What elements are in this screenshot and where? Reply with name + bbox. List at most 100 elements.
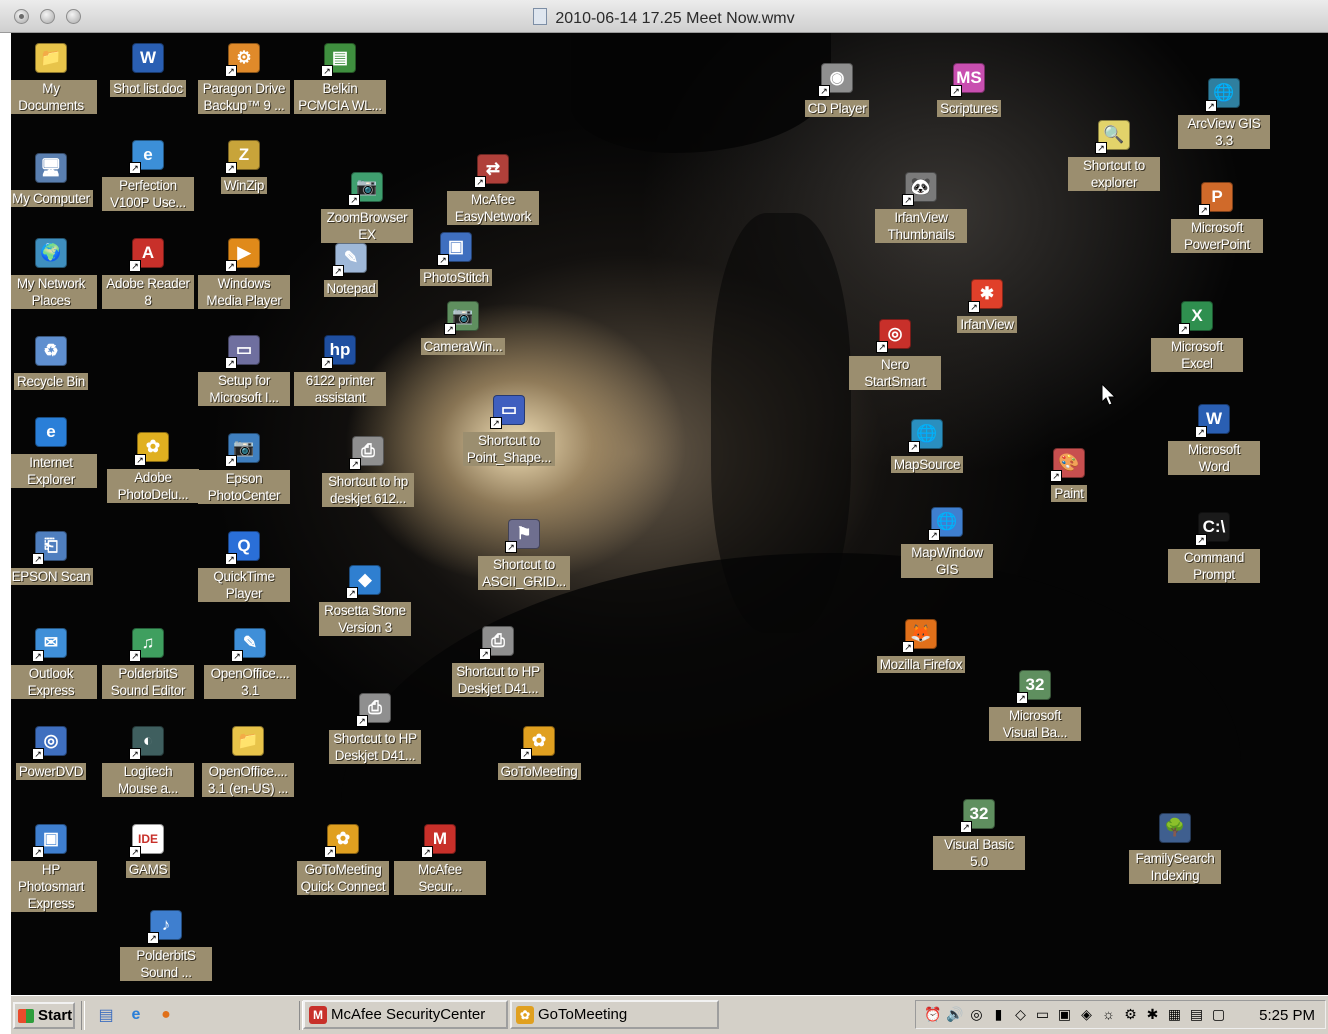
- desktop-icon[interactable]: 📷 ↗ ZoomBrowser EX: [321, 168, 413, 243]
- desktop-icon[interactable]: IDE ↗ GAMS: [102, 820, 194, 878]
- desktop-icon[interactable]: e Internet Explorer: [11, 413, 97, 488]
- shortcut-arrow-icon: ↗: [950, 85, 962, 97]
- desktop-icon[interactable]: ⎙ ↗ Shortcut to hp deskjet 612...: [322, 432, 414, 507]
- shortcut-arrow-icon: ↗: [928, 529, 940, 541]
- tray-icon[interactable]: ⚙: [1122, 1006, 1139, 1023]
- desktop-icon[interactable]: ◎ ↗ PowerDVD: [11, 722, 97, 780]
- desktop-icon[interactable]: 🦊 ↗ Mozilla Firefox: [875, 615, 967, 673]
- desktop-icon[interactable]: e ↗ Perfection V100P Use...: [102, 136, 194, 211]
- desktop-icon[interactable]: ▶ ↗ Windows Media Player: [198, 234, 290, 309]
- desktop-icon[interactable]: 32 ↗ Microsoft Visual Ba...: [989, 666, 1081, 741]
- desktop-icon[interactable]: P ↗ Microsoft PowerPoint: [1171, 178, 1263, 253]
- desktop-icon[interactable]: ✎ ↗ OpenOffice.... 3.1: [204, 624, 296, 699]
- desktop-icon[interactable]: ✉ ↗ Outlook Express: [11, 624, 97, 699]
- start-button[interactable]: Start: [13, 1002, 75, 1029]
- tree-silhouette: [711, 213, 851, 633]
- desktop-icon[interactable]: ✱ ↗ IrfanView: [941, 275, 1033, 333]
- desktop-icon[interactable]: ✎ ↗ Notepad: [305, 239, 397, 297]
- desktop-icon[interactable]: 📁 OpenOffice.... 3.1 (en-US) ...: [202, 722, 294, 797]
- desktop-icon-label: MapWindow GIS: [901, 544, 993, 578]
- app-icon: 🐼 ↗: [902, 168, 940, 206]
- desktop-icon[interactable]: ✿ ↗ Adobe PhotoDelu...: [107, 428, 199, 503]
- desktop-icon[interactable]: ◉ ↗ CD Player: [791, 59, 883, 117]
- desktop-icon[interactable]: 🎨 ↗ Paint: [1023, 444, 1115, 502]
- shortcut-arrow-icon: ↗: [32, 650, 44, 662]
- desktop-icon[interactable]: Q ↗ QuickTime Player: [198, 527, 290, 602]
- desktop-icon[interactable]: ▭ ↗ Setup for Microsoft I...: [198, 331, 290, 406]
- desktop-icon-label: McAfee Secur...: [394, 861, 486, 895]
- desktop-icon[interactable]: 🌐 ↗ ArcView GIS 3.3: [1178, 74, 1270, 149]
- desktop-icon[interactable]: ⚑ ↗ Shortcut to ASCII_GRID...: [478, 515, 570, 590]
- tray-icon[interactable]: ⏰: [924, 1006, 941, 1023]
- desktop-icon[interactable]: ⎙ ↗ Shortcut to HP Deskjet D41...: [452, 622, 544, 697]
- desktop-icon[interactable]: 🌳 FamilySearch Indexing: [1129, 809, 1221, 884]
- desktop-icon[interactable]: A ↗ Adobe Reader 8: [102, 234, 194, 309]
- desktop-icon[interactable]: ♻ Recycle Bin: [11, 332, 97, 390]
- desktop-icon[interactable]: hp ↗ 6122 printer assistant: [294, 331, 386, 406]
- desktop-icon-label: PhotoStitch: [420, 269, 492, 286]
- app-icon: 🌐 ↗: [1205, 74, 1243, 112]
- desktop-icon-label: ArcView GIS 3.3: [1178, 115, 1270, 149]
- tray-icon[interactable]: ✱: [1144, 1006, 1161, 1023]
- desktop-icon[interactable]: ⎙ ↗ Shortcut to HP Deskjet D41...: [329, 689, 421, 764]
- desktop-icon[interactable]: ♪ ↗ PolderbitS Sound ...: [120, 906, 212, 981]
- tray-icon[interactable]: ▭: [1034, 1006, 1051, 1023]
- desktop-icon[interactable]: ▭ ↗ Shortcut to Point_Shape...: [463, 391, 555, 466]
- show-desktop-icon[interactable]: ▤: [95, 1004, 117, 1026]
- desktop-icon-label: CD Player: [804, 100, 870, 117]
- desktop-icon[interactable]: 📷 ↗ Epson PhotoCenter: [198, 429, 290, 504]
- desktop-icon[interactable]: X ↗ Microsoft Excel: [1151, 297, 1243, 372]
- desktop-icon[interactable]: M ↗ McAfee Secur...: [394, 820, 486, 895]
- desktop-icon[interactable]: ⎗ ↗ EPSON Scan: [11, 527, 97, 585]
- internet-explorer-icon[interactable]: e: [125, 1004, 147, 1026]
- desktop-icon[interactable]: 🌐 ↗ MapWindow GIS: [901, 503, 993, 578]
- desktop-icon[interactable]: ✿ ↗ GoToMeeting: [493, 722, 585, 780]
- clock[interactable]: 5:25 PM: [1259, 1007, 1315, 1024]
- tray-icon[interactable]: ▢: [1210, 1006, 1227, 1023]
- app-icon: Z ↗: [225, 136, 263, 174]
- tray-icon[interactable]: ◈: [1078, 1006, 1095, 1023]
- app-icon: ⎙ ↗: [356, 689, 394, 727]
- desktop-icon[interactable]: 🐼 ↗ IrfanView Thumbnails: [875, 168, 967, 243]
- desktop-icon[interactable]: 🌍 My Network Places: [11, 234, 97, 309]
- desktop-icon[interactable]: ◆ ↗ Rosetta Stone Version 3: [319, 561, 411, 636]
- desktop-icon[interactable]: ◐ ↗ Logitech Mouse a...: [102, 722, 194, 797]
- desktop-icon[interactable]: MS ↗ Scriptures: [923, 59, 1015, 117]
- desktop-icon[interactable]: 🔍 ↗ Shortcut to explorer: [1068, 116, 1160, 191]
- shortcut-arrow-icon: ↗: [346, 587, 358, 599]
- desktop-icon[interactable]: ⚙ ↗ Paragon Drive Backup™ 9 ...: [198, 39, 290, 114]
- tray-icon[interactable]: ◎: [968, 1006, 985, 1023]
- desktop-icon[interactable]: 32 ↗ Visual Basic 5.0: [933, 795, 1025, 870]
- tray-icon[interactable]: ◇: [1012, 1006, 1029, 1023]
- desktop-icon[interactable]: ▤ ↗ Belkin PCMCIA WL...: [294, 39, 386, 114]
- desktop-icon[interactable]: ◎ ↗ Nero StartSmart: [849, 315, 941, 390]
- window-titlebar: 2010-06-14 17.25 Meet Now.wmv: [0, 0, 1328, 33]
- desktop-icon[interactable]: ✿ ↗ GoToMeeting Quick Connect: [297, 820, 389, 895]
- desktop-icon[interactable]: 🌐 ↗ MapSource: [881, 415, 973, 473]
- desktop-icon[interactable]: W Shot list.doc: [102, 39, 194, 97]
- desktop-icon-label: Microsoft Visual Ba...: [989, 707, 1081, 741]
- firefox-icon[interactable]: ●: [155, 1004, 177, 1026]
- desktop-icon[interactable]: 📁 My Documents: [11, 39, 97, 114]
- desktop-icon[interactable]: ♫ ↗ PolderbitS Sound Editor: [102, 624, 194, 699]
- desktop-icon-label: Recycle Bin: [14, 373, 88, 390]
- desktop-icon[interactable]: 📷 ↗ CameraWin...: [417, 297, 509, 355]
- desktop-icon-label: Command Prompt: [1168, 549, 1260, 583]
- desktop-icon[interactable]: W ↗ Microsoft Word: [1168, 400, 1260, 475]
- desktop-icon[interactable]: ⇄ ↗ McAfee EasyNetwork: [447, 150, 539, 225]
- task-mcafee-securitycenter[interactable]: M McAfee SecurityCenter: [303, 1000, 508, 1029]
- tray-icon[interactable]: ☼: [1100, 1006, 1117, 1023]
- app-icon: ✿ ↗: [324, 820, 362, 858]
- tray-icon[interactable]: ▣: [1056, 1006, 1073, 1023]
- desktop-icon[interactable]: ▣ ↗ PhotoStitch: [410, 228, 502, 286]
- tray-icon[interactable]: ▮: [990, 1006, 1007, 1023]
- desktop-icon[interactable]: ▣ ↗ HP Photosmart Express: [11, 820, 97, 912]
- tray-icon[interactable]: ▤: [1188, 1006, 1205, 1023]
- tray-icon[interactable]: ▦: [1166, 1006, 1183, 1023]
- desktop-icon-label: My Network Places: [11, 275, 97, 309]
- desktop-icon[interactable]: C:\ ↗ Command Prompt: [1168, 508, 1260, 583]
- task-gotomeeting[interactable]: ✿ GoToMeeting: [510, 1000, 719, 1029]
- tray-icon[interactable]: 🔊: [946, 1006, 963, 1023]
- desktop-icon[interactable]: 🖥 My Computer: [11, 149, 97, 207]
- desktop-icon[interactable]: Z ↗ WinZip: [198, 136, 290, 194]
